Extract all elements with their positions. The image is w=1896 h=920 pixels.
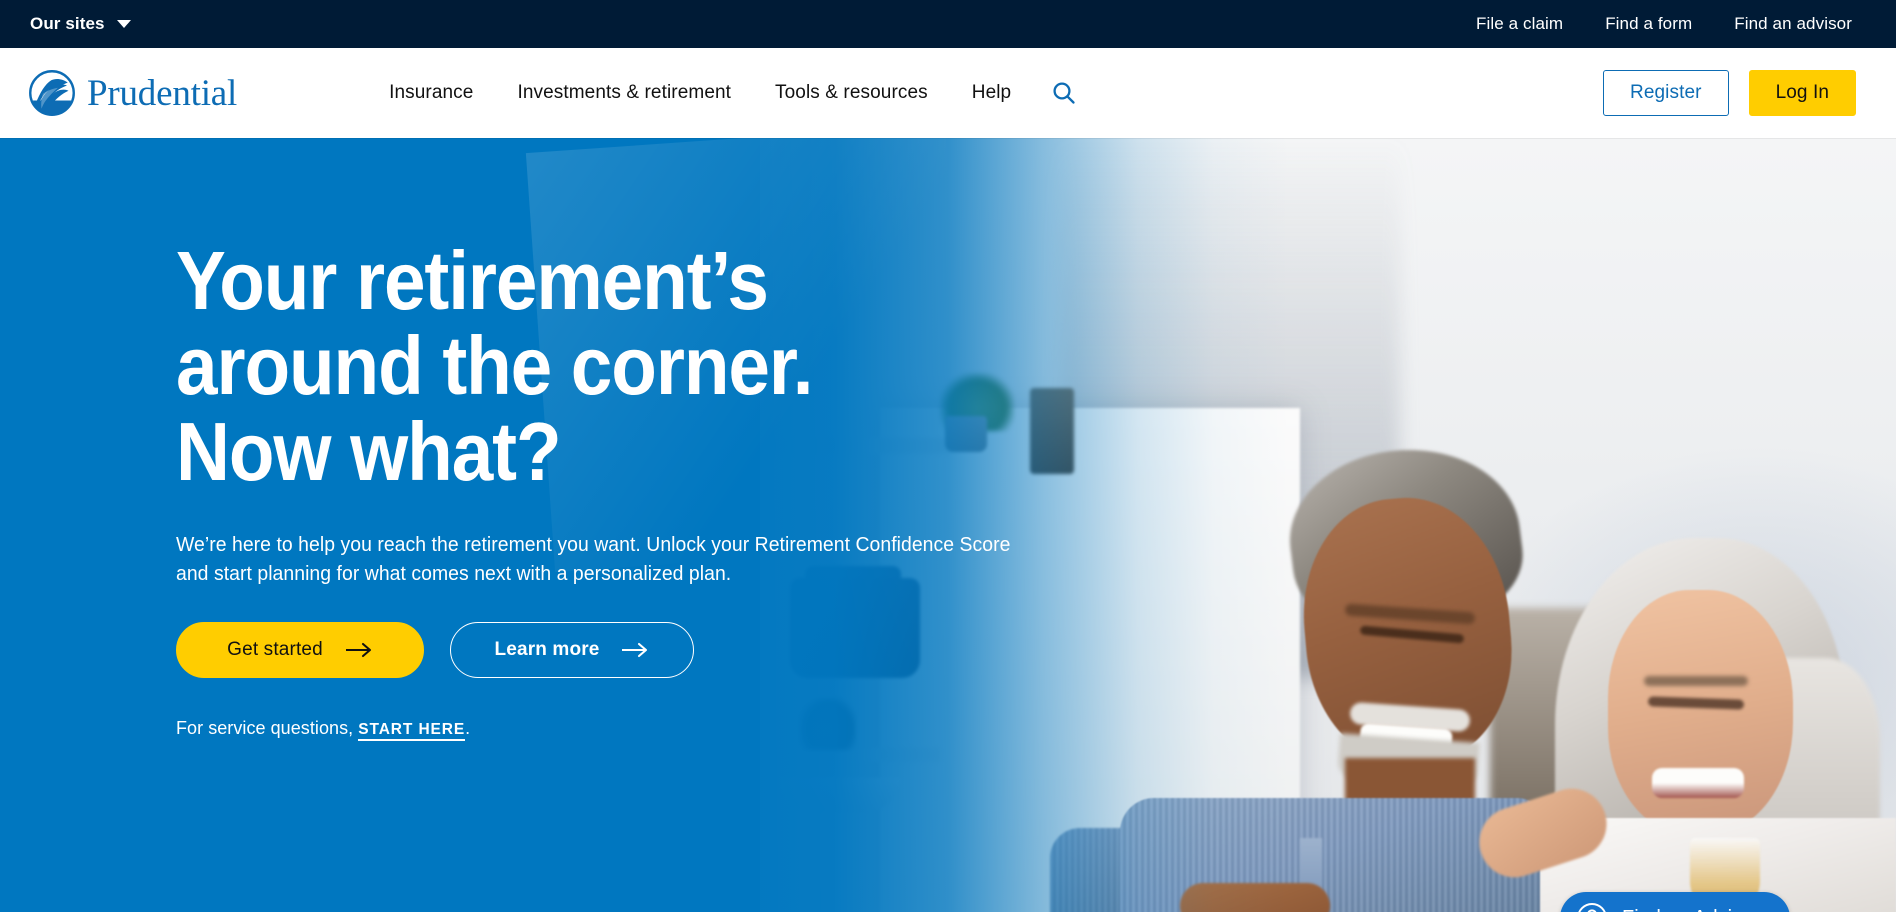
our-sites-dropdown[interactable]: Our sites [30, 14, 131, 34]
login-button[interactable]: Log In [1748, 70, 1856, 116]
hero-title-line-3: Now what? [176, 404, 562, 498]
header-actions: Register Log In [1603, 70, 1856, 116]
get-started-button[interactable]: Get started [176, 622, 424, 679]
hero-content: Your retirement’s around the corner. Now… [176, 138, 1176, 742]
chevron-down-icon [116, 20, 131, 28]
utility-link-find-a-form[interactable]: Find a form [1605, 14, 1692, 34]
service-questions-text: For service questions, [176, 718, 354, 739]
utility-link-file-a-claim[interactable]: File a claim [1476, 14, 1563, 34]
rock-of-gibraltar-icon [29, 70, 75, 116]
search-button[interactable] [1033, 80, 1095, 106]
service-period: . [465, 718, 471, 739]
main-header: Prudential Insurance Investments & retir… [0, 48, 1896, 138]
arrow-right-icon [622, 643, 648, 658]
utility-link-find-an-advisor[interactable]: Find an advisor [1734, 14, 1852, 34]
our-sites-label: Our sites [30, 14, 105, 33]
hero-cta-group: Get started Learn more [176, 622, 1176, 679]
service-questions-line: For service questions, START HERE. [176, 718, 1176, 742]
start-here-link[interactable]: START HERE [358, 721, 466, 742]
nav-item-tools-resources[interactable]: Tools & resources [753, 82, 950, 104]
brand-wordmark: Prudential [87, 72, 238, 114]
hero-title-line-2: around the corner. [176, 319, 813, 413]
nav-item-investments-retirement[interactable]: Investments & retirement [495, 82, 753, 104]
brand-logo[interactable]: Prudential [28, 69, 237, 117]
register-button[interactable]: Register [1603, 70, 1729, 116]
utility-bar: Our sites File a claim Find a form Find … [0, 0, 1896, 48]
hero-banner: Your retirement’s around the corner. Now… [0, 138, 1896, 920]
learn-more-label: Learn more [494, 639, 600, 661]
hero-title-line-1: Your retirement’s [176, 234, 769, 327]
nav-item-help[interactable]: Help [950, 82, 1033, 104]
primary-nav: Insurance Investments & retirement Tools… [367, 80, 1095, 106]
arrow-right-icon [345, 643, 371, 658]
hero-bottom-edge [0, 912, 1896, 920]
hero-subtitle: We’re here to help you reach the retirem… [176, 534, 1011, 586]
nav-item-insurance[interactable]: Insurance [367, 82, 495, 104]
get-started-label: Get started [227, 639, 323, 661]
search-icon [1053, 82, 1075, 104]
utility-links: File a claim Find a form Find an advisor [1476, 14, 1852, 34]
learn-more-button[interactable]: Learn more [450, 622, 694, 679]
hero-title: Your retirement’s around the corner. Now… [176, 234, 1076, 498]
